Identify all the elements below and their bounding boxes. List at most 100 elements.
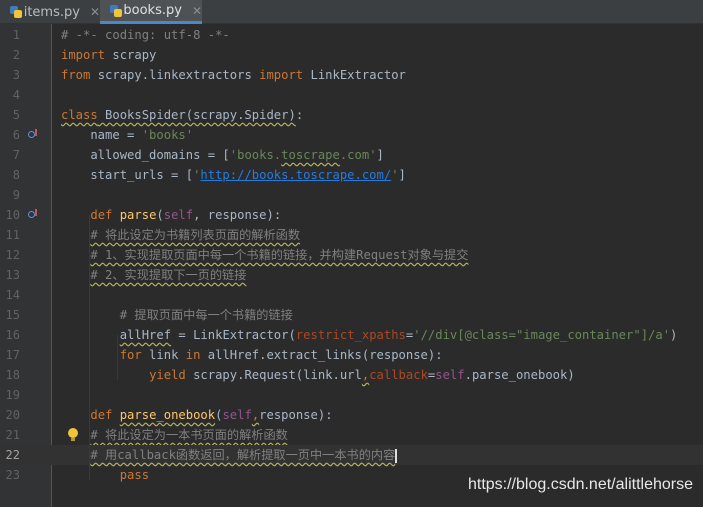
line-number: 3 <box>12 68 20 82</box>
line-number: 4 <box>12 88 20 102</box>
code-token: ] <box>376 148 384 162</box>
code-text: class BooksSpider(scrapy.Spider): <box>61 105 303 125</box>
tab-label: items.py <box>23 4 80 20</box>
code-text: start_urls = ['http://books.toscrape.com… <box>61 165 406 185</box>
code-token: scrapy <box>105 48 157 62</box>
code-text: # 提取页面中每一个书籍的链接 <box>61 305 293 325</box>
line-number: 14 <box>5 288 20 302</box>
code-token: # 将此设定为书籍列表页面的解析函数 <box>90 228 301 242</box>
line-number: 12 <box>5 248 20 262</box>
code-token: def <box>90 208 113 222</box>
code-token: start_urls = [ <box>61 168 194 182</box>
code-line[interactable]: 21 # 将此设定为一本书页面的解析函数 <box>0 425 703 445</box>
code-token: BooksSpider(scrapy.Spider) <box>97 108 296 122</box>
code-line[interactable]: 15 # 提取页面中每一个书籍的链接 <box>0 305 703 325</box>
line-number: 23 <box>5 468 20 482</box>
code-line[interactable]: 12 # 1、实现提取页面中每一个书籍的链接，并构建Request对象与提交 <box>0 245 703 265</box>
code-token: from <box>61 68 91 82</box>
code-line[interactable]: 5 class BooksSpider(scrapy.Spider): <box>0 105 703 125</box>
code-line[interactable]: 14 <box>0 285 703 305</box>
code-token: scrapy.Request(link.url <box>185 368 362 382</box>
code-line[interactable]: 18 yield scrapy.Request(link.url,callbac… <box>0 365 703 385</box>
override-icon[interactable] <box>28 209 40 221</box>
text-caret <box>395 448 397 463</box>
code-line[interactable]: 10 def parse(self, response): <box>0 205 703 225</box>
code-token: 'books. <box>229 148 282 162</box>
tab-items-py[interactable]: items.py ✕ <box>0 0 100 24</box>
code-line[interactable]: 17 for link in allHref.extract_links(res… <box>0 345 703 365</box>
code-text: name = 'books' <box>61 125 193 145</box>
code-text: def parse_onebook(self,response): <box>61 405 333 425</box>
code-token: name = <box>61 128 142 142</box>
line-number: 20 <box>5 408 20 422</box>
code-token: # 将此设定为一本书页面的解析函数 <box>90 428 288 442</box>
code-line[interactable]: 13 # 2、实现提取下一页的链接 <box>0 265 703 285</box>
code-line[interactable]: 16 allHref = LinkExtractor(restrict_xpat… <box>0 325 703 345</box>
code-line[interactable]: 11 # 将此设定为书籍列表页面的解析函数 <box>0 225 703 245</box>
code-text: import scrapy <box>61 45 156 65</box>
code-line[interactable]: 6 name = 'books' <box>0 125 703 145</box>
tab-books-py[interactable]: books.py ✕ <box>100 0 202 24</box>
code-text: yield scrapy.Request(link.url,callback=s… <box>61 365 575 385</box>
indent-guide <box>117 335 118 380</box>
line-number: 22 <box>5 448 20 462</box>
close-icon[interactable]: ✕ <box>192 4 202 18</box>
close-icon[interactable]: ✕ <box>90 5 100 19</box>
code-token: '//div[@class="image_container"]/a' <box>413 328 671 342</box>
line-number: 13 <box>5 268 20 282</box>
code-text: for link in allHref.extract_links(respon… <box>61 345 443 365</box>
code-token: self <box>222 408 252 422</box>
code-text: allowed_domains = ['books.toscrape.com'] <box>61 145 384 165</box>
line-number: 16 <box>5 328 20 342</box>
code-token: import <box>61 48 106 62</box>
python-file-icon <box>110 4 123 17</box>
code-token: # 2、实现提取下一页的链接 <box>90 268 247 282</box>
code-text: from scrapy.linkextractors import LinkEx… <box>61 65 406 85</box>
code-token: parse_onebook <box>119 408 216 422</box>
code-text: pass <box>61 465 149 485</box>
code-token: link <box>141 348 186 362</box>
code-token: # -*- coding: utf-8 -*- <box>61 28 230 42</box>
code-token: .com' <box>339 148 377 162</box>
code-token: import <box>259 68 304 82</box>
code-token: ] <box>398 168 406 182</box>
code-line[interactable]: 7 allowed_domains = ['books.toscrape.com… <box>0 145 703 165</box>
code-token: callback <box>369 368 428 382</box>
tab-label: books.py <box>123 3 182 18</box>
line-number: 19 <box>5 388 20 402</box>
code-line[interactable]: 19 <box>0 385 703 405</box>
override-icon[interactable] <box>28 129 40 141</box>
code-token: response): <box>259 408 333 422</box>
line-number: 15 <box>5 308 20 322</box>
code-token: ) <box>670 328 678 342</box>
indent-guide <box>89 215 90 480</box>
code-token: allHref <box>119 328 172 342</box>
code-token: class <box>61 108 98 122</box>
line-number: 1 <box>12 28 20 42</box>
code-token: # 1、实现提取页面中每一个书籍的链接，并构建Request对象与提交 <box>90 248 469 262</box>
code-token: parse <box>119 208 157 222</box>
code-token: # 提取页面中每一个书籍的链接 <box>119 308 293 322</box>
code-line[interactable]: 1 # -*- coding: utf-8 -*- <box>0 25 703 45</box>
code-token: ( <box>156 208 164 222</box>
code-line[interactable]: 20 def parse_onebook(self,response): <box>0 405 703 425</box>
code-line[interactable]: 8 start_urls = ['http://books.toscrape.c… <box>0 165 703 185</box>
code-text: # 将此设定为一本书页面的解析函数 <box>61 425 288 445</box>
intention-bulb-icon[interactable] <box>67 428 79 442</box>
python-file-icon <box>10 6 22 18</box>
code-line[interactable]: 2 import scrapy <box>0 45 703 65</box>
code-line[interactable]: 4 <box>0 85 703 105</box>
code-token: self <box>435 368 465 382</box>
code-token: scrapy.linkextractors <box>90 68 260 82</box>
code-token: pass <box>119 468 150 482</box>
line-number: 10 <box>5 208 20 222</box>
code-token: self <box>163 208 194 222</box>
code-line[interactable]: 9 <box>0 185 703 205</box>
code-line[interactable]: 3 from scrapy.linkextractors import LinkE… <box>0 65 703 85</box>
code-line[interactable]: 22 # 用callback函数返回，解析提取一页中一本书的内容 <box>0 445 703 465</box>
